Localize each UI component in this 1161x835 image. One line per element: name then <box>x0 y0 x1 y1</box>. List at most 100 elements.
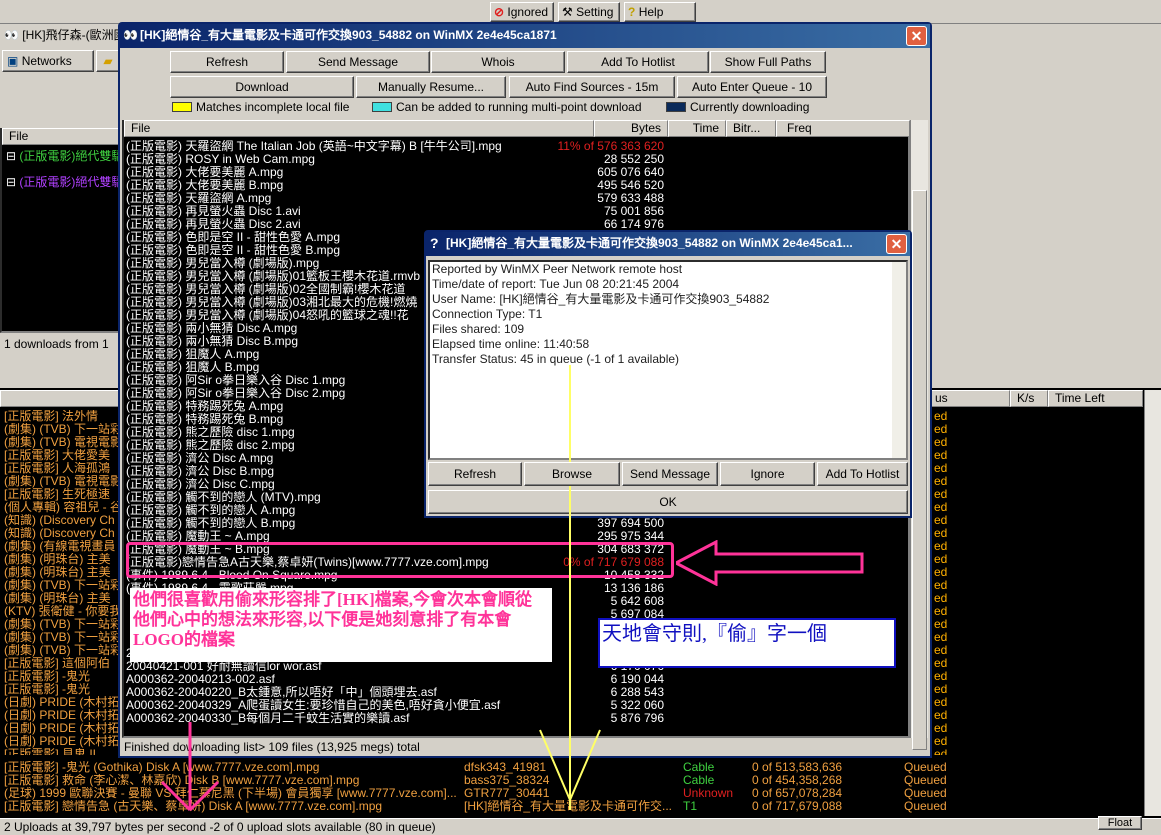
file-list-header-time[interactable]: Time <box>668 120 726 137</box>
queue-item[interactable]: [正版電影] 見鬼 II <box>4 748 122 755</box>
tree-item-label: (正版電影)絕代雙驕 <box>19 150 122 163</box>
ignored-tab[interactable]: ⊘ Ignored <box>490 2 554 22</box>
queue-row-connection: Cable <box>683 774 715 787</box>
legend-label: Matches incomplete local file <box>196 100 350 114</box>
file-bytes: 579 633 488 <box>597 192 664 205</box>
dialog-browse-button[interactable]: Browse <box>524 462 620 486</box>
queue-item[interactable]: (劇集) (明珠台) 主美 <box>4 592 122 605</box>
toolbar-button-send-message[interactable]: Send Message <box>286 51 430 73</box>
queue-item[interactable]: (知識) (Discovery Ch <box>4 514 122 527</box>
queue-row-status: Queued <box>904 787 947 800</box>
tree-item[interactable]: ⊟ (正版電影)絕代雙驕 <box>6 176 122 189</box>
queue-item[interactable]: (劇集) (TVB) 下一站彩 <box>4 618 122 631</box>
queue-row-status: Queued <box>904 774 947 787</box>
queue-item[interactable]: [正版電影] 人海孤鴻 <box>4 462 122 475</box>
file-row[interactable]: (正版電影) ROSY in Web Cam.mpg 28 552 250 <box>126 153 910 166</box>
file-name: A000362-20040213-002.asf <box>126 673 275 686</box>
tree-item[interactable]: ⊟ (正版電影)絕代雙驕 <box>6 150 122 163</box>
file-list-header-bytes[interactable]: Bytes <box>594 120 668 137</box>
queue-row-name: [正版電影] 救命 (李心潔、林嘉欣) Disk B [www.7777.vze… <box>4 774 360 787</box>
file-row[interactable]: (正版電影) 天羅盜網 The Italian Job (英語~中文字幕) B … <box>126 140 910 153</box>
queue-header-status[interactable]: us <box>928 390 1010 407</box>
toolbar-button-show-full-paths[interactable]: Show Full Paths <box>710 51 826 73</box>
queue-item[interactable]: (日劇) PRIDE (木村拓 <box>4 709 122 722</box>
file-list-header-file[interactable]: File <box>124 120 594 137</box>
file-row[interactable]: (正版電影) 天羅盜網 A.mpg 579 633 488 <box>126 192 910 205</box>
file-list-header-bitrate[interactable]: Bitr... <box>726 120 776 137</box>
networks-button[interactable]: ▣ Networks <box>2 50 94 72</box>
toolbar-button-add-to-hotlist[interactable]: Add To Hotlist <box>567 51 709 73</box>
scroll-thumb[interactable] <box>912 190 927 750</box>
queue-row-progress: 0 of 717,679,088 <box>752 800 843 813</box>
file-row[interactable]: A000362-20040220_B太鍾意,所以唔好「中」個頭埋去.asf 6 2… <box>126 686 910 699</box>
queue-item[interactable]: [正版電影] 大佬愛美 <box>4 449 122 462</box>
file-row[interactable]: (正版電影) 觸不到的戀人 B.mpg 397 694 500 <box>126 517 910 530</box>
toolbar-button-auto-enter-queue-10[interactable]: Auto Enter Queue - 10 <box>677 76 827 98</box>
dialog-send-message-button[interactable]: Send Message <box>622 462 718 486</box>
queue-item[interactable]: (劇集) (TVB) 下一站彩 <box>4 423 122 436</box>
queue-status: ed <box>934 527 948 540</box>
queue-item[interactable]: (日劇) PRIDE (木村拓 <box>4 696 122 709</box>
queue-item[interactable]: (個人專輯) 容祖兒 - 谷 <box>4 501 122 514</box>
float-button[interactable]: Float <box>1098 816 1142 830</box>
file-row[interactable]: A000362-20040330_B每個月二千蚊生活實的樂讀.asf 5 876 … <box>126 712 910 725</box>
no-entry-icon: ⊘ <box>494 5 505 19</box>
queue-scrollbar[interactable] <box>1144 390 1161 816</box>
file-list-scrollbar[interactable] <box>910 120 928 750</box>
toolbar-button-refresh[interactable]: Refresh <box>170 51 284 73</box>
queue-item[interactable]: (劇集) (TVB) 電視電影 <box>4 436 122 449</box>
queue-status: ed <box>934 735 948 748</box>
queue-item[interactable]: (劇集) (TVB) 下一站彩 <box>4 579 122 592</box>
info-dialog-titlebar[interactable]: ? [HK]絕情谷_有大量電影及卡通可作交換903_54882 on WinMX… <box>426 232 910 256</box>
help-tab[interactable]: ? Help <box>624 2 696 22</box>
tree-expand-icon: ⊟ <box>6 150 17 163</box>
folder-button[interactable]: ▰ <box>96 50 120 72</box>
queue-left-header[interactable] <box>0 390 122 407</box>
dialog-close-icon[interactable]: ✕ <box>886 234 907 254</box>
queue-item[interactable]: [正版電影] 這個阿伯 <box>4 657 122 670</box>
queue-item[interactable]: (劇集) (TVB) 下一站彩 <box>4 631 122 644</box>
info-line: Files shared: 109 <box>432 322 525 336</box>
queue-item[interactable]: (日劇) PRIDE (木村拓 <box>4 735 122 748</box>
queue-row-name: [正版電影] 戀情告急 (古天樂、蔡卓妍) Disk A [www.7777.v… <box>4 800 383 813</box>
file-row[interactable]: (正版電影) 大佬要美麗 A.mpg 605 076 640 <box>126 166 910 179</box>
yellow-arrow <box>539 365 601 810</box>
queue-item[interactable]: (日劇) PRIDE (木村拓 <box>4 722 122 735</box>
toolbar-button-whois[interactable]: Whois <box>431 51 565 73</box>
toolbar-button-download[interactable]: Download <box>170 76 354 98</box>
queue-item[interactable]: [正版電影] 法外情 <box>4 410 122 423</box>
dialog-refresh-button[interactable]: Refresh <box>428 462 522 486</box>
file-row[interactable]: A000362-20040329_A爬蛋讀女生:要珍惜自己的美色,唔好貪小便宜.… <box>126 699 910 712</box>
queue-item[interactable]: (劇集) (有線電視畫員 <box>4 540 122 553</box>
toolbar-button-auto-find-sources-15m[interactable]: Auto Find Sources - 15m <box>509 76 675 98</box>
queue-item[interactable]: (劇集) (明珠台) 主美 <box>4 566 122 579</box>
file-row[interactable]: (正版電影) 再見螢火蟲 Disc 1.avi 75 001 856 <box>126 205 910 218</box>
queue-item[interactable]: [正版電影] -鬼光 <box>4 670 122 683</box>
file-row[interactable]: (正版電影) 大佬要美麗 B.mpg 495 546 520 <box>126 179 910 192</box>
dialog-add-to-hotlist-button[interactable]: Add To Hotlist <box>817 462 908 486</box>
ok-button[interactable]: OK <box>428 490 908 514</box>
queue-item[interactable]: (知識) (Discovery Ch <box>4 527 122 540</box>
queue-item[interactable]: [正版電影] -鬼光 <box>4 683 122 696</box>
queue-right-status: ed ed ed ed ed ed ed ed ed ed ed ed ed ed ed ed ed ed ed ed… <box>934 410 974 755</box>
file-row[interactable]: A000362-20040213-002.asf 6 190 044 <box>126 673 910 686</box>
info-scrollbar[interactable] <box>892 262 906 458</box>
queue-header-time-left[interactable]: Time Left <box>1048 390 1143 407</box>
question-icon: ? <box>430 235 439 251</box>
file-name: A000362-20040329_A爬蛋讀女生:要珍惜自己的美色,唔好貪小便宜.… <box>126 699 501 712</box>
queue-item[interactable]: [正版電影] 生死極速 <box>4 488 122 501</box>
legend-swatch <box>172 102 192 112</box>
toolbar-button-manually-resume-[interactable]: Manually Resume... <box>356 76 506 98</box>
queue-item[interactable]: (劇集) (明珠台) 主美 <box>4 553 122 566</box>
queue-status: ed <box>934 423 948 436</box>
bg-file-header[interactable]: File <box>2 128 122 145</box>
queue-item[interactable]: (劇集) (TVB) 電視電影 <box>4 475 122 488</box>
dialog-ignore-button[interactable]: Ignore <box>720 462 815 486</box>
browse-window-titlebar[interactable]: 👀 [HK]絕情谷_有大量電影及卡通可作交換903_54882 on WinMX… <box>120 24 930 48</box>
queue-header-speed[interactable]: K/s <box>1010 390 1048 407</box>
queue-item[interactable]: (KTV) 張衛健 - 你要我 <box>4 605 122 618</box>
setting-tab[interactable]: ⚒ Setting <box>558 2 620 22</box>
close-icon[interactable]: ✕ <box>906 26 927 46</box>
queue-item[interactable]: (劇集) (TVB) 下一站彩 <box>4 644 122 657</box>
file-list-header-freq[interactable]: Freq <box>776 120 910 137</box>
